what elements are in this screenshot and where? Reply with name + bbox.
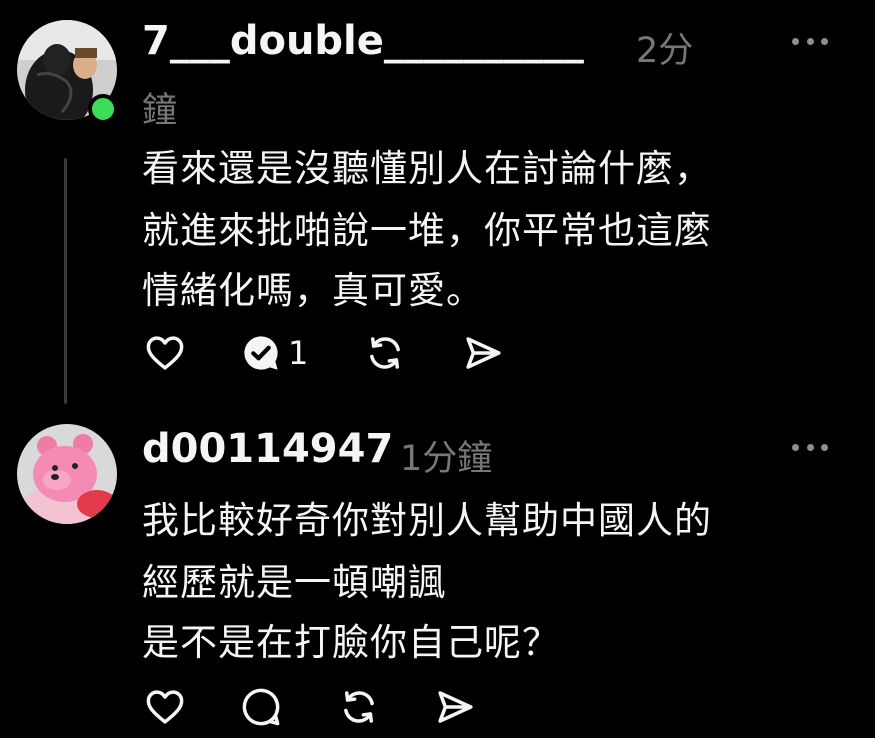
more-options-icon[interactable] [792,36,828,46]
reply-icon[interactable] [240,686,282,728]
timestamp: 2分 [636,31,694,71]
repost-icon[interactable] [338,686,380,728]
comment-text-line: 情緒化嗎，真可愛。 [142,269,484,312]
comment-text-line: 就進來批啪說一堆，你平常也這麼 [142,209,712,252]
online-status-icon [88,94,118,124]
share-icon[interactable] [434,686,476,728]
comment-1: 7___double__________ 2分 鐘 看來還是沒聽懂別人在討論什麼… [0,0,875,410]
like-icon[interactable] [144,686,186,728]
reply-count: 1 [288,334,309,372]
reply-icon[interactable] [240,332,282,374]
comment-text-line: 經歷就是一頓嘲諷 [142,561,446,604]
comment-text-line: 看來還是沒聽懂別人在討論什麼， [142,147,712,190]
comment-2: d00114947 1分鐘 我比較好奇你對別人幫助中國人的 經歷就是一頓嘲諷 是… [0,410,875,738]
comment-text-line: 我比較好奇你對別人幫助中國人的 [142,499,712,542]
username[interactable]: d00114947 [142,426,393,472]
thread-line [64,158,67,404]
repost-icon[interactable] [364,332,406,374]
share-icon[interactable] [462,332,504,374]
username[interactable]: 7___double__________ [142,18,584,64]
timestamp-continued: 鐘 [142,91,178,131]
avatar[interactable] [17,424,117,524]
like-icon[interactable] [144,332,186,374]
comment-text-line: 是不是在打臉你自己呢？ [142,621,560,664]
more-options-icon[interactable] [792,442,828,452]
timestamp: 1分鐘 [400,439,493,479]
avatar-image [17,424,117,524]
